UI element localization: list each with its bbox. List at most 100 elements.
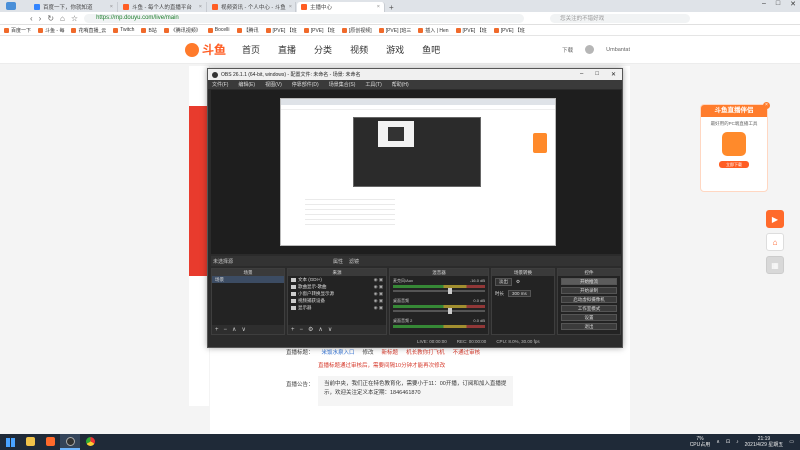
bookmark-item[interactable]: 花哨直播_云 xyxy=(71,27,106,34)
bookmark-item[interactable]: B站 xyxy=(141,27,157,34)
avatar[interactable] xyxy=(585,45,595,54)
maximize-icon[interactable]: □ xyxy=(776,0,780,8)
alt-title-link[interactable]: 机长教你打飞机 xyxy=(406,348,445,356)
virtual-camera-button[interactable]: 启动虚拟摄像机 xyxy=(561,296,617,303)
close-icon[interactable]: × xyxy=(377,4,380,10)
forward-icon[interactable]: › xyxy=(39,14,42,23)
menu-scene-collection[interactable]: 场景集合(S) xyxy=(329,81,356,88)
start-streaming-button[interactable]: 开始推流 xyxy=(561,278,617,285)
visibility-icon[interactable]: ◉ ▣ xyxy=(374,297,383,304)
star-icon[interactable]: ☆ xyxy=(71,14,78,23)
new-tab-button[interactable]: + xyxy=(386,3,394,12)
visibility-icon[interactable]: ◉ ▣ xyxy=(374,290,383,297)
close-icon[interactable]: × xyxy=(763,102,770,109)
close-icon[interactable]: × xyxy=(289,4,292,10)
visibility-icon[interactable]: ◉ ▣ xyxy=(374,283,383,290)
network-icon[interactable]: ⊡ xyxy=(726,439,730,445)
taskbar-app[interactable] xyxy=(40,434,60,450)
source-item[interactable]: 视频捕获设备 ◉ ▣ xyxy=(288,297,386,304)
studio-mode-button[interactable]: 工作室模式 xyxy=(561,305,617,312)
bookmark-item[interactable]: Twitch xyxy=(113,27,134,33)
scene-item[interactable]: 场景 xyxy=(212,276,284,283)
source-item[interactable]: 歌曲显示-歌曲 ◉ ▣ xyxy=(288,283,386,290)
start-recording-button[interactable]: 开始录制 xyxy=(561,287,617,294)
nav-category[interactable]: 分类 xyxy=(314,43,332,56)
username[interactable]: Umbantat xyxy=(606,47,630,53)
chevron-up-icon[interactable]: ∧ xyxy=(716,439,720,445)
down-icon[interactable]: ∨ xyxy=(328,326,332,333)
url-field[interactable]: https://mp.douyu.com/live/main xyxy=(84,13,525,23)
transition-select[interactable]: 淡出 xyxy=(495,278,512,286)
visibility-icon[interactable]: ◉ ▣ xyxy=(374,304,383,311)
source-item[interactable]: 文本 (GDI+) ◉ ▣ xyxy=(288,276,386,283)
download-link[interactable]: 下载 xyxy=(562,46,573,54)
bookmark-item[interactable]: Bocelli xyxy=(207,27,230,33)
gear-icon[interactable]: ⚙ xyxy=(308,326,313,333)
bookmark-item[interactable]: 斗鱼 - 每 xyxy=(38,27,64,34)
menu-view[interactable]: 视图(V) xyxy=(265,81,282,88)
home-icon[interactable]: ⌂ xyxy=(766,233,784,251)
new-title-link[interactable]: 新标题 xyxy=(382,348,399,356)
bookmark-item[interactable]: [PVE] 【班 xyxy=(493,27,525,34)
bookmark-item[interactable]: [PVE] 【班 xyxy=(303,27,335,34)
settings-button[interactable]: 设置 xyxy=(561,314,617,321)
duration-input[interactable]: 300 ms xyxy=(508,290,531,297)
taskbar-app[interactable] xyxy=(20,434,40,450)
menu-help[interactable]: 帮助(H) xyxy=(392,81,409,88)
menu-edit[interactable]: 编辑(E) xyxy=(238,81,255,88)
browser-tab[interactable]: 斗鱼 - 每个人的直播平台 × xyxy=(119,2,207,12)
bookmark-item[interactable]: [PVE] 【班 xyxy=(455,27,487,34)
nav-home[interactable]: 首页 xyxy=(242,43,260,56)
exit-button[interactable]: 退出 xyxy=(561,323,617,330)
volume-slider[interactable] xyxy=(393,288,485,294)
maximize-icon[interactable]: □ xyxy=(595,71,599,78)
remove-icon[interactable]: − xyxy=(224,327,228,333)
close-icon[interactable]: × xyxy=(110,4,113,10)
reload-icon[interactable]: ↻ xyxy=(47,14,54,23)
obs-preview[interactable] xyxy=(211,90,621,254)
add-icon[interactable]: + xyxy=(215,327,219,333)
minimize-icon[interactable]: – xyxy=(762,0,766,8)
nav-live[interactable]: 直播 xyxy=(278,43,296,56)
modify-link[interactable]: 修改 xyxy=(363,348,374,356)
promo-download-button[interactable]: 立即下载 xyxy=(719,161,749,168)
browser-tab[interactable]: 视频资讯 - 个人中心 - 斗鱼 × xyxy=(208,2,296,12)
browser-tab[interactable]: 百度一下，你就知道 × xyxy=(30,2,118,12)
visibility-icon[interactable]: ◉ ▣ xyxy=(374,276,383,283)
gear-icon[interactable]: ⚙ xyxy=(516,279,520,285)
home-icon[interactable]: ⌂ xyxy=(60,14,65,23)
close-icon[interactable]: × xyxy=(199,4,202,10)
bookmark-item[interactable]: 《腾讯视频》 xyxy=(163,27,201,34)
title-value[interactable]: 米饭水泉入口 xyxy=(322,348,355,356)
clock[interactable]: 21:19 2021/4/29 星期五 xyxy=(745,436,784,448)
taskbar-app[interactable] xyxy=(80,434,100,450)
search-input[interactable]: 您关注的不错好戏 xyxy=(550,13,691,23)
grid-icon[interactable]: ▦ xyxy=(766,256,784,274)
notice-textarea[interactable]: 当前中央，我们正在特色教育化，需要小于11：00开播，订阅和加入直播提示，欢迎关… xyxy=(318,376,513,406)
speaker-icon[interactable]: ♪ xyxy=(736,439,739,445)
source-item[interactable]: 小窗户转换显示源 ◉ ▣ xyxy=(288,290,386,297)
menu-file[interactable]: 文件(F) xyxy=(212,81,228,88)
menu-tools[interactable]: 工具(T) xyxy=(365,81,381,88)
back-icon[interactable]: ‹ xyxy=(30,14,33,23)
bookmark-item[interactable]: [PVE] [班三 xyxy=(378,27,411,34)
start-button[interactable] xyxy=(0,434,20,450)
bookmark-item[interactable]: 插入 | Hen xyxy=(418,27,449,34)
nav-yuba[interactable]: 鱼吧 xyxy=(422,43,440,56)
properties-button[interactable]: 属性 xyxy=(333,258,343,265)
close-icon[interactable]: ✕ xyxy=(611,71,616,78)
volume-slider[interactable] xyxy=(393,308,485,314)
menu-docks[interactable]: 停靠部件(D) xyxy=(292,81,319,88)
source-item[interactable]: 显示器 ◉ ▣ xyxy=(288,304,386,311)
add-icon[interactable]: + xyxy=(291,327,295,333)
bookmark-item[interactable]: [原创视频] xyxy=(341,27,372,34)
close-icon[interactable]: ✕ xyxy=(790,0,796,8)
up-icon[interactable]: ∧ xyxy=(318,326,322,333)
nav-games[interactable]: 游戏 xyxy=(386,43,404,56)
taskbar-app[interactable] xyxy=(60,434,80,450)
notification-icon[interactable]: ▭ xyxy=(789,439,794,445)
filters-button[interactable]: 滤镜 xyxy=(349,258,359,265)
browser-tab-active[interactable]: 主播中心 × xyxy=(297,2,385,12)
play-icon[interactable]: ▶ xyxy=(766,210,784,228)
remove-icon[interactable]: − xyxy=(300,327,304,333)
